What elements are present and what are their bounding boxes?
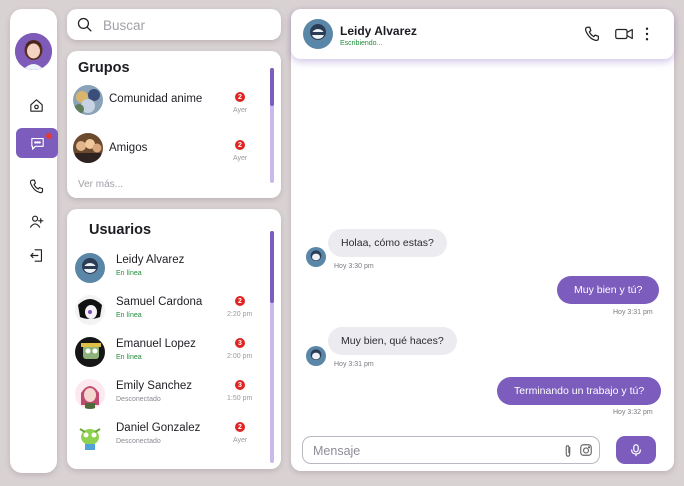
contact-avatar[interactable] xyxy=(303,19,333,49)
user-status: En línea xyxy=(116,270,142,277)
group-time: Ayer xyxy=(233,107,248,114)
nav-logout-button[interactable] xyxy=(16,240,56,270)
message-time: Hoy 3:32 pm xyxy=(613,409,653,416)
message-bubble: Muy bien, qué haces? xyxy=(328,327,457,355)
nav-add-user-button[interactable] xyxy=(16,206,56,236)
user-avatar xyxy=(75,421,105,451)
unread-badge: 3 xyxy=(235,380,245,390)
mic-icon xyxy=(631,444,641,457)
user-name: Emily Sanchez xyxy=(116,380,193,392)
group-name: Comunidad anime xyxy=(109,93,203,105)
unread-badge: 2 xyxy=(235,422,245,432)
message-bubble: Terminando un trabajo y tú? xyxy=(497,377,662,405)
user-avatar xyxy=(75,379,105,409)
message-bubble: Holaa, cómo estas? xyxy=(328,229,447,257)
phone-icon[interactable] xyxy=(583,25,601,43)
group-avatar xyxy=(73,85,103,115)
user-time: Ayer xyxy=(233,437,248,444)
chat-icon xyxy=(30,137,44,150)
groups-title: Grupos xyxy=(78,60,130,76)
user-item[interactable]: Emanuel Lopez En línea 3 2:00 pm xyxy=(75,335,265,371)
notification-dot xyxy=(46,133,52,139)
users-scroll-thumb[interactable] xyxy=(270,231,274,303)
contact-name: Leidy Alvarez xyxy=(340,24,417,38)
users-title: Usuarios xyxy=(89,222,152,238)
message-composer xyxy=(302,436,600,464)
user-time: 2:20 pm xyxy=(227,311,253,318)
groups-scroll-thumb[interactable] xyxy=(270,68,274,106)
users-panel: Usuarios Leidy Alvarez En línea Samuel C… xyxy=(67,209,281,469)
user-name: Samuel Cardona xyxy=(116,296,203,308)
group-item[interactable]: Comunidad anime 2 Ayer xyxy=(73,83,263,119)
logout-icon xyxy=(29,248,42,262)
user-item[interactable]: Emily Sanchez Desconectado 3 1:50 pm xyxy=(75,377,265,413)
message-avatar xyxy=(306,346,326,366)
message-time: Hoy 3:31 pm xyxy=(613,309,653,316)
typing-indicator: Escribiendo... xyxy=(340,40,383,47)
user-status: Desconectado xyxy=(116,438,161,445)
user-avatar xyxy=(75,337,105,367)
nav-chats-button[interactable] xyxy=(16,128,58,158)
nav-home-button[interactable] xyxy=(16,90,56,120)
message-time: Hoy 3:31 pm xyxy=(334,361,374,368)
see-more-link[interactable]: Ver más... xyxy=(78,179,123,190)
image-icon[interactable] xyxy=(579,443,593,457)
voice-record-button[interactable] xyxy=(616,436,656,464)
user-item[interactable]: Daniel Gonzalez Desconectado 2 Ayer xyxy=(75,419,265,455)
user-status: Desconectado xyxy=(116,396,161,403)
search-input[interactable] xyxy=(103,14,273,36)
more-icon[interactable] xyxy=(643,25,651,43)
phone-icon xyxy=(29,179,43,193)
groups-panel: Grupos Comunidad anime 2 Ayer Amigos 2 A… xyxy=(67,51,281,198)
nav-rail xyxy=(10,9,58,473)
users-scrollbar[interactable] xyxy=(270,231,274,463)
groups-scrollbar[interactable] xyxy=(270,68,274,183)
attach-icon[interactable] xyxy=(562,444,574,458)
add-user-icon xyxy=(29,215,43,228)
message-bubble: Muy bien y tú? xyxy=(557,276,660,304)
user-time: 2:00 pm xyxy=(227,353,253,360)
user-item[interactable]: Leidy Alvarez En línea xyxy=(75,251,265,287)
message-input[interactable] xyxy=(313,441,543,460)
message-avatar xyxy=(306,247,326,267)
user-status: En línea xyxy=(116,354,142,361)
video-icon[interactable] xyxy=(613,25,635,43)
group-item[interactable]: Amigos 2 Ayer xyxy=(73,131,263,167)
user-avatar xyxy=(75,253,105,283)
user-time: 1:50 pm xyxy=(227,395,253,402)
unread-badge: 2 xyxy=(235,92,245,102)
chat-panel: Leidy Alvarez Escribiendo... Holaa, cómo… xyxy=(291,9,674,471)
search-icon xyxy=(77,17,92,32)
message-time: Hoy 3:30 pm xyxy=(334,263,374,270)
unread-badge: 3 xyxy=(235,338,245,348)
user-avatar xyxy=(75,295,105,325)
nav-calls-button[interactable] xyxy=(16,171,56,201)
search-bar xyxy=(67,9,281,40)
user-item[interactable]: Samuel Cardona En línea 2 2:20 pm xyxy=(75,293,265,329)
user-name: Emanuel Lopez xyxy=(116,338,196,350)
unread-badge: 2 xyxy=(235,296,245,306)
unread-badge: 2 xyxy=(235,140,245,150)
group-time: Ayer xyxy=(233,155,248,162)
group-name: Amigos xyxy=(109,142,148,154)
user-name: Daniel Gonzalez xyxy=(116,422,201,434)
group-avatar xyxy=(73,133,103,163)
user-status: En línea xyxy=(116,312,142,319)
home-icon xyxy=(29,98,43,112)
profile-avatar[interactable] xyxy=(15,33,52,70)
chat-header: Leidy Alvarez Escribiendo... xyxy=(291,9,674,59)
user-name: Leidy Alvarez xyxy=(116,254,185,266)
